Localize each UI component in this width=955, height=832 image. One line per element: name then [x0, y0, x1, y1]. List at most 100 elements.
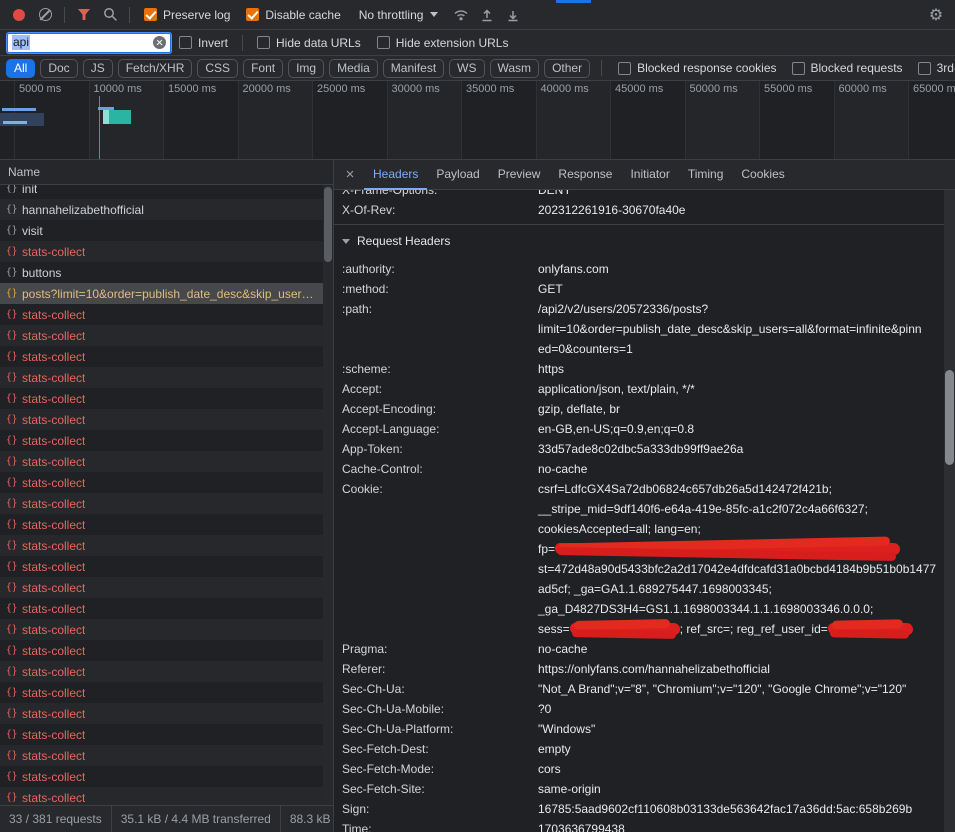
- header-value-line: same-origin: [538, 779, 601, 799]
- filter-input[interactable]: api: [7, 33, 171, 53]
- type-chip-font[interactable]: Font: [243, 59, 283, 78]
- details-scrollbar-thumb[interactable]: [945, 370, 954, 465]
- type-chip-manifest[interactable]: Manifest: [383, 59, 444, 78]
- clear-network-log-button[interactable]: [32, 3, 58, 27]
- type-chip-other[interactable]: Other: [544, 59, 590, 78]
- request-row[interactable]: {}hannahelizabethofficial: [0, 199, 323, 220]
- request-row[interactable]: {}stats-collect: [0, 241, 323, 262]
- header-value: gzip, deflate, br: [538, 399, 620, 419]
- request-row[interactable]: {}stats-collect: [0, 304, 323, 325]
- request-row[interactable]: {}stats-collect: [0, 766, 323, 787]
- request-row[interactable]: {}stats-collect: [0, 346, 323, 367]
- request-row[interactable]: {}stats-collect: [0, 472, 323, 493]
- throttling-dropdown[interactable]: No throttling: [359, 8, 439, 22]
- clear-filter-icon[interactable]: [153, 36, 166, 49]
- request-name: stats-collect: [22, 245, 85, 259]
- type-chip-css[interactable]: CSS: [197, 59, 238, 78]
- type-chip-ws[interactable]: WS: [449, 59, 484, 78]
- filter-toggle-button[interactable]: [71, 3, 97, 27]
- search-button[interactable]: [97, 3, 123, 27]
- resource-type-icon: {}: [6, 267, 22, 278]
- type-chip-doc[interactable]: Doc: [40, 59, 77, 78]
- disable-cache-checkbox[interactable]: Disable cache: [246, 8, 340, 22]
- request-row[interactable]: {}init: [0, 185, 323, 199]
- details-tabs-bar: × HeadersPayloadPreviewResponseInitiator…: [334, 160, 955, 190]
- details-tab-headers[interactable]: Headers: [364, 160, 427, 190]
- export-har-button[interactable]: [500, 3, 526, 27]
- details-tab-payload[interactable]: Payload: [427, 160, 488, 190]
- request-headers-section[interactable]: Request Headers: [342, 227, 955, 255]
- request-row[interactable]: {}stats-collect: [0, 661, 323, 682]
- invert-checkbox[interactable]: Invert: [179, 36, 228, 50]
- request-row[interactable]: {}stats-collect: [0, 514, 323, 535]
- header-row: :scheme:https: [342, 359, 955, 379]
- request-row[interactable]: {}stats-collect: [0, 577, 323, 598]
- request-row[interactable]: {}stats-collect: [0, 682, 323, 703]
- request-row[interactable]: {}posts?limit=10&order=publish_date_desc…: [0, 283, 323, 304]
- request-row[interactable]: {}buttons: [0, 262, 323, 283]
- resource-type-icon: {}: [6, 645, 22, 656]
- hide-data-urls-checkbox[interactable]: Hide data URLs: [257, 36, 361, 50]
- details-tab-timing[interactable]: Timing: [679, 160, 733, 190]
- header-value-line: GET: [538, 279, 563, 299]
- header-row: Pragma:no-cache: [342, 639, 955, 659]
- timeline-column: 20000 ms: [238, 81, 313, 159]
- resource-type-icon: {}: [6, 372, 22, 383]
- header-value-line: application/json, text/plain, */*: [538, 379, 695, 399]
- settings-gear-icon[interactable]: ⚙: [923, 3, 949, 27]
- type-chip-wasm[interactable]: Wasm: [490, 59, 540, 78]
- request-row[interactable]: {}stats-collect: [0, 619, 323, 640]
- request-row[interactable]: {}stats-collect: [0, 367, 323, 388]
- request-row[interactable]: {}stats-collect: [0, 745, 323, 766]
- request-name: stats-collect: [22, 329, 85, 343]
- checkbox-3rd-party-requests[interactable]: 3rd-party requests: [918, 61, 955, 75]
- close-details-icon[interactable]: ×: [336, 166, 364, 183]
- details-tab-initiator[interactable]: Initiator: [621, 160, 678, 190]
- import-har-button[interactable]: [474, 3, 500, 27]
- hide-extension-urls-checkbox[interactable]: Hide extension URLs: [377, 36, 509, 50]
- request-name: stats-collect: [22, 497, 85, 511]
- request-row[interactable]: {}stats-collect: [0, 388, 323, 409]
- request-name: stats-collect: [22, 392, 85, 406]
- header-value: https://onlyfans.com/hannahelizabethoffi…: [538, 659, 770, 679]
- timeline-overview[interactable]: 5000 ms10000 ms15000 ms20000 ms25000 ms3…: [0, 81, 955, 160]
- type-chip-fetch-xhr[interactable]: Fetch/XHR: [118, 59, 193, 78]
- header-value-line: st=472d48a90d5433bfc2a2d17042e4dfdcafd31…: [538, 559, 936, 579]
- request-row[interactable]: {}stats-collect: [0, 703, 323, 724]
- checkbox-blocked-requests[interactable]: Blocked requests: [792, 61, 903, 75]
- request-row[interactable]: {}stats-collect: [0, 430, 323, 451]
- request-row[interactable]: {}stats-collect: [0, 409, 323, 430]
- network-conditions-button[interactable]: [448, 3, 474, 27]
- details-tab-cookies[interactable]: Cookies: [732, 160, 793, 190]
- requests-scrollbar-thumb[interactable]: [324, 187, 332, 262]
- checkbox-blocked-response-cookies[interactable]: Blocked response cookies: [618, 61, 776, 75]
- request-row[interactable]: {}stats-collect: [0, 787, 323, 805]
- resource-type-icon: {}: [6, 351, 22, 362]
- details-scrollbar[interactable]: [944, 190, 955, 832]
- type-chip-img[interactable]: Img: [288, 59, 324, 78]
- request-row[interactable]: {}stats-collect: [0, 451, 323, 472]
- type-chip-js[interactable]: JS: [83, 59, 113, 78]
- request-row[interactable]: {}visit: [0, 220, 323, 241]
- request-rows: {}init{}hannahelizabethofficial{}visit{}…: [0, 185, 323, 805]
- type-chip-media[interactable]: Media: [329, 59, 378, 78]
- request-row[interactable]: {}stats-collect: [0, 556, 323, 577]
- preserve-log-checkbox[interactable]: Preserve log: [144, 8, 230, 22]
- resource-type-icon: {}: [6, 498, 22, 509]
- type-chip-all[interactable]: All: [6, 59, 35, 78]
- timeline-tick-label: 15000 ms: [168, 83, 216, 95]
- details-tab-response[interactable]: Response: [549, 160, 621, 190]
- name-column-header[interactable]: Name: [0, 160, 333, 185]
- request-row[interactable]: {}stats-collect: [0, 640, 323, 661]
- request-row[interactable]: {}stats-collect: [0, 325, 323, 346]
- request-row[interactable]: {}stats-collect: [0, 724, 323, 745]
- record-button[interactable]: [6, 3, 32, 27]
- request-row[interactable]: {}stats-collect: [0, 493, 323, 514]
- header-name: Pragma:: [342, 639, 538, 659]
- header-row: X-Of-Rev:202312261916-30670fa40e: [342, 200, 955, 220]
- requests-scrollbar[interactable]: [323, 185, 333, 805]
- header-value-line: 33d57ade8c02dbc5a333db99ff9ae26a: [538, 439, 743, 459]
- details-tab-preview[interactable]: Preview: [489, 160, 550, 190]
- request-row[interactable]: {}stats-collect: [0, 535, 323, 556]
- request-row[interactable]: {}stats-collect: [0, 598, 323, 619]
